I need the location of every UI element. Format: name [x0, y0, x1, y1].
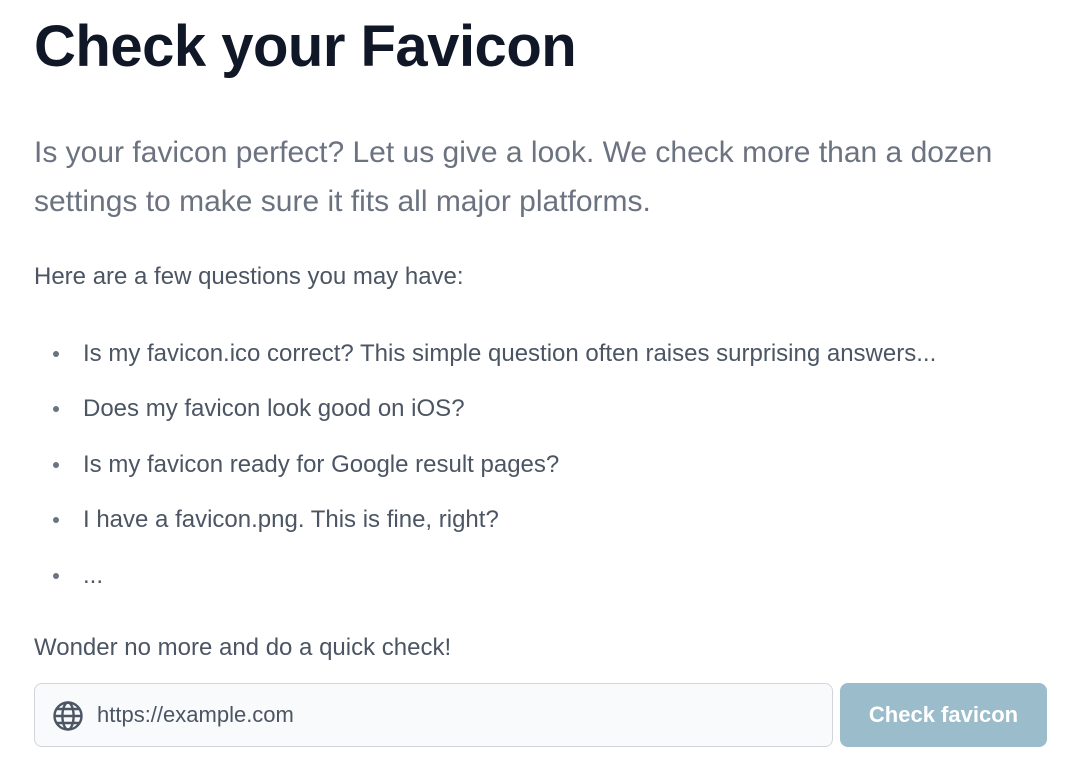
question-text: Is my favicon ready for Google result pa…	[83, 450, 560, 478]
bullet-icon	[53, 517, 59, 524]
list-item: Does my favicon look good on iOS?	[34, 382, 936, 438]
favicon-check-form: Check favicon	[34, 683, 1047, 747]
bullet-icon	[53, 572, 59, 579]
url-field[interactable]	[34, 683, 833, 747]
bullet-icon	[53, 461, 59, 468]
questions-intro: Here are a few questions you may have:	[34, 263, 464, 290]
globe-icon	[53, 701, 83, 731]
question-text: I have a favicon.png. This is fine, righ…	[83, 506, 499, 534]
list-item: ...	[34, 548, 936, 604]
url-input[interactable]	[97, 684, 817, 746]
call-to-action-text: Wonder no more and do a quick check!	[34, 634, 452, 661]
question-text: Is my favicon.ico correct? This simple q…	[83, 339, 937, 367]
question-text: Does my favicon look good on iOS?	[83, 395, 465, 423]
page-title: Check your Favicon	[34, 14, 577, 79]
questions-list: Is my favicon.ico correct? This simple q…	[34, 326, 936, 604]
list-item: I have a favicon.png. This is fine, righ…	[34, 493, 936, 549]
bullet-icon	[53, 406, 59, 413]
check-favicon-button[interactable]: Check favicon	[840, 683, 1047, 747]
lead-paragraph: Is your favicon perfect? Let us give a l…	[34, 136, 993, 218]
favicon-checker-page: Check your Favicon Is your favicon perfe…	[0, 0, 1080, 769]
bullet-icon	[53, 350, 59, 357]
list-item: Is my favicon ready for Google result pa…	[34, 437, 936, 493]
question-text: ...	[83, 561, 104, 589]
list-item: Is my favicon.ico correct? This simple q…	[34, 326, 936, 382]
